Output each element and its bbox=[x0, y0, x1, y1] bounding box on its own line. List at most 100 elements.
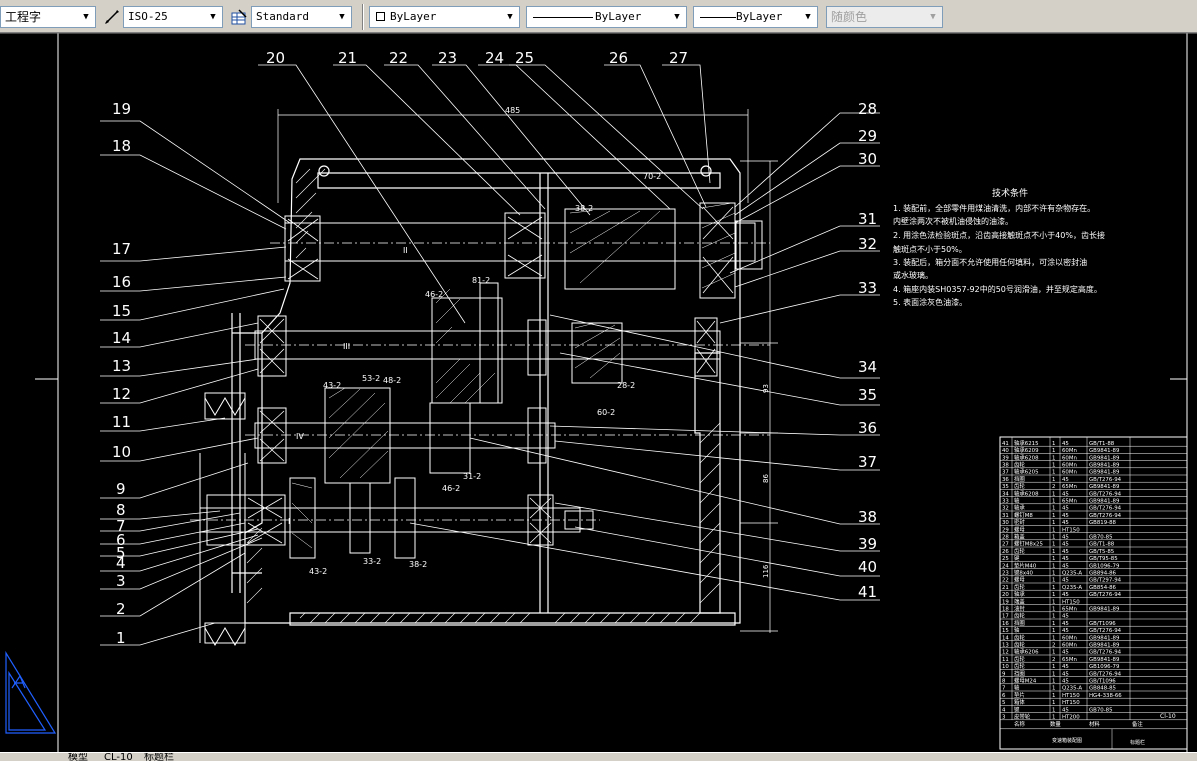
bom-cell: 6 bbox=[1002, 693, 1006, 699]
bom-cell: GB/T1-88 bbox=[1089, 441, 1115, 447]
chevron-down-icon[interactable]: ▼ bbox=[802, 7, 814, 27]
part-number: 27 bbox=[669, 49, 688, 67]
part-number: 14 bbox=[112, 329, 131, 347]
gear-label: 46-2 bbox=[425, 290, 443, 299]
bom-cell: 36 bbox=[1002, 477, 1009, 483]
table-style-icon[interactable] bbox=[230, 8, 248, 26]
bom-cell: 挡圈 bbox=[1014, 475, 1025, 483]
part-number: 12 bbox=[112, 385, 131, 403]
chevron-down-icon[interactable]: ▼ bbox=[207, 7, 219, 27]
layer-color-combo[interactable]: ByLayer ▼ bbox=[369, 6, 520, 28]
bom-cell: 轴承6209 bbox=[1014, 446, 1039, 454]
title-block-left: 变速箱装配图 bbox=[1052, 737, 1082, 744]
table-style-combo[interactable]: Standard ▼ bbox=[251, 6, 352, 28]
tech-note: 2. 用涂色法检验斑点，沿齿高接触斑点不小于40%，齿长接 bbox=[893, 230, 1105, 240]
chevron-down-icon[interactable]: ▼ bbox=[336, 7, 348, 27]
shaft-label: I bbox=[288, 517, 290, 526]
bom-cell: 1 bbox=[1052, 527, 1055, 533]
bom-cell: 24 bbox=[1002, 563, 1009, 569]
lineweight-combo[interactable]: ByLayer ▼ bbox=[693, 6, 818, 28]
part-number: 20 bbox=[266, 49, 285, 67]
bom-cell: 40 bbox=[1002, 448, 1009, 454]
bom-cell: GB9841-89 bbox=[1089, 643, 1120, 649]
part-number: 2 bbox=[116, 600, 126, 618]
bom-cell: 7 bbox=[1002, 686, 1005, 692]
linetype-combo[interactable]: ByLayer ▼ bbox=[526, 6, 687, 28]
part-number: 15 bbox=[112, 302, 131, 320]
part-number: 11 bbox=[112, 413, 131, 431]
bom-cell: 13 bbox=[1002, 643, 1009, 649]
chevron-down-icon[interactable]: ▼ bbox=[504, 7, 516, 27]
part-number: 21 bbox=[338, 49, 357, 67]
bom-cell: 22 bbox=[1002, 578, 1009, 584]
bom-cell: 1 bbox=[1052, 520, 1055, 526]
bom-cell: 轴承6208 bbox=[1014, 489, 1039, 497]
bom-cell: 螺钉M8x25 bbox=[1014, 540, 1043, 548]
bom-cell: 1 bbox=[1052, 686, 1055, 692]
bom-cell: 60Mn bbox=[1062, 463, 1077, 469]
bom-footer-label: 名称 bbox=[1014, 720, 1025, 728]
dimension-style-icon[interactable] bbox=[103, 8, 121, 26]
part-number: 32 bbox=[858, 235, 877, 253]
bom-cell: 2 bbox=[1052, 643, 1055, 649]
chevron-down-icon[interactable]: ▼ bbox=[80, 7, 92, 27]
bom-cell: 1 bbox=[1052, 455, 1055, 461]
bom-cell: 26 bbox=[1002, 549, 1009, 555]
chevron-down-icon: ▼ bbox=[930, 12, 936, 22]
chevron-down-icon[interactable]: ▼ bbox=[671, 7, 683, 27]
bom-cell: 45 bbox=[1062, 549, 1069, 555]
bom-footer-label: 备注 bbox=[1132, 720, 1143, 728]
part-number: 41 bbox=[858, 583, 877, 601]
part-number: 23 bbox=[438, 49, 457, 67]
bom-cell: 1 bbox=[1052, 506, 1055, 512]
drawing-canvas[interactable]: 485 93 86 116 II III IV I 70-2 38-2 81-2… bbox=[0, 33, 1197, 752]
bom-cell: 39 bbox=[1002, 455, 1009, 461]
color-swatch bbox=[376, 12, 385, 21]
overall-dimension: 485 bbox=[505, 106, 520, 115]
bom-cell: 45 bbox=[1062, 621, 1069, 627]
part-number: 28 bbox=[858, 100, 877, 118]
bom-cell: GB/T276-94 bbox=[1089, 513, 1122, 519]
part-number: 17 bbox=[112, 240, 131, 258]
bom-cell: 41 bbox=[1002, 441, 1009, 447]
bom-cell: 38 bbox=[1002, 463, 1009, 469]
bom-cell: 1 bbox=[1052, 650, 1055, 656]
bom-cell: 25 bbox=[1002, 556, 1009, 562]
bom-cell: 60Mn bbox=[1062, 635, 1077, 641]
gear-label: 33-2 bbox=[363, 557, 381, 566]
tech-note: 内壁涂两次不被机油侵蚀的油漆。 bbox=[893, 216, 1013, 226]
text-style-combo[interactable]: 工程字 ▼ bbox=[0, 6, 96, 28]
plot-style-value: 随颜色 bbox=[831, 10, 868, 24]
bom-cell: 45 bbox=[1062, 563, 1069, 569]
bom-cell: 螺母 bbox=[1014, 525, 1025, 533]
bom-cell: 45 bbox=[1062, 592, 1069, 598]
part-number: 1 bbox=[116, 629, 126, 647]
part-number: 36 bbox=[858, 419, 877, 437]
bom-cell: 65Mn bbox=[1062, 607, 1077, 613]
bom-cell: 8 bbox=[1002, 679, 1006, 685]
bom-cell: GB9841-89 bbox=[1089, 607, 1120, 613]
bom-cell: 1 bbox=[1052, 463, 1055, 469]
bom-cell: 5 bbox=[1002, 700, 1005, 706]
bom-cell: 齿轮 bbox=[1014, 547, 1025, 555]
part-number: 25 bbox=[515, 49, 534, 67]
bom-cell: GB819-88 bbox=[1089, 520, 1117, 526]
bom-cell: 65Mn bbox=[1062, 484, 1077, 490]
bom-cell: 齿轮 bbox=[1014, 641, 1025, 649]
bom-cell: GB9841-89 bbox=[1089, 470, 1120, 476]
bom-cell: 31 bbox=[1002, 513, 1009, 519]
bom-cell: 45 bbox=[1062, 513, 1069, 519]
bom-cell: 60Mn bbox=[1062, 448, 1077, 454]
dimension-style-combo[interactable]: ISO-25 ▼ bbox=[123, 6, 223, 28]
part-number: 34 bbox=[858, 358, 877, 376]
bom-cell: 19 bbox=[1002, 599, 1009, 605]
leader-lines bbox=[100, 64, 880, 646]
part-number: 22 bbox=[389, 49, 408, 67]
bom-cell: 2 bbox=[1052, 657, 1055, 663]
bom-cell: HT150 bbox=[1062, 700, 1080, 706]
bom-cell: GB/T276-94 bbox=[1089, 592, 1122, 598]
bom-cell: GB/T1-88 bbox=[1089, 542, 1115, 548]
bom-cell: 1 bbox=[1052, 470, 1055, 476]
gear-label: 38-2 bbox=[409, 560, 427, 569]
gearbox-housing bbox=[231, 158, 741, 626]
